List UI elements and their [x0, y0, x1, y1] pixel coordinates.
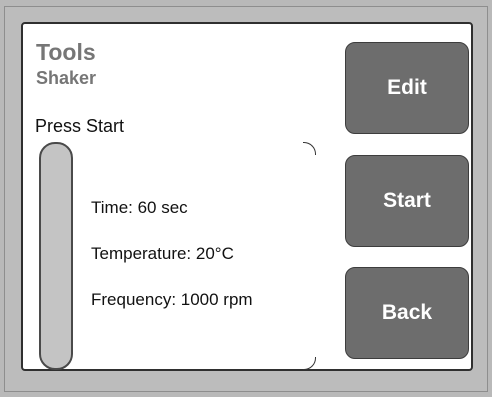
info-box-corner-bottom — [303, 357, 316, 370]
back-button[interactable]: Back — [345, 267, 469, 359]
progress-bar — [39, 142, 73, 370]
info-box-corner-top — [303, 142, 316, 155]
start-button[interactable]: Start — [345, 155, 469, 247]
page-title: Tools — [36, 39, 96, 65]
time-setting: Time: 60 sec — [91, 198, 188, 217]
edit-button[interactable]: Edit — [345, 42, 469, 134]
status-text: Press Start — [35, 116, 125, 136]
page-subtitle: Shaker — [36, 68, 97, 88]
frequency-setting: Frequency: 1000 rpm — [91, 290, 253, 309]
temperature-setting: Temperature: 20°C — [91, 244, 234, 263]
settings-info-box: Time: 60 sec Temperature: 20°C Frequency… — [76, 140, 318, 372]
